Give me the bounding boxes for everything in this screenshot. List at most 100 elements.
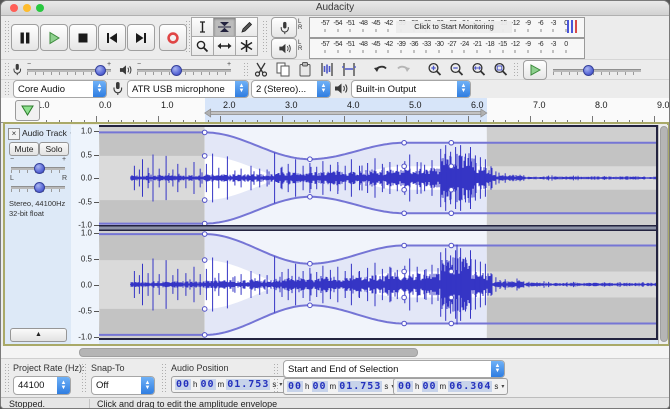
mixer-toolbar-grip[interactable] bbox=[4, 62, 9, 77]
collapse-track-button[interactable]: ▲ bbox=[10, 328, 67, 342]
copy-button[interactable] bbox=[273, 61, 292, 78]
redo-button[interactable] bbox=[393, 61, 412, 78]
envelope-control-point[interactable] bbox=[401, 242, 407, 249]
waveform-canvas[interactable] bbox=[99, 125, 658, 344]
envelope-control-point[interactable] bbox=[201, 332, 208, 338]
selection-toolbar-grip[interactable] bbox=[4, 363, 9, 393]
envelope-control-point[interactable] bbox=[201, 197, 208, 203]
selection-start-timebox[interactable]: 00h00m01.753s▾ bbox=[283, 378, 399, 395]
envelope-control-point[interactable] bbox=[307, 194, 313, 200]
playback-volume-thumb[interactable] bbox=[171, 65, 182, 76]
timeline-options-button[interactable] bbox=[15, 100, 40, 121]
transcription-toolbar-grip[interactable] bbox=[513, 62, 518, 77]
envelope-control-point[interactable] bbox=[448, 186, 455, 193]
skip-to-end-button[interactable] bbox=[127, 24, 155, 51]
envelope-control-point[interactable] bbox=[201, 153, 208, 159]
playback-meter[interactable]: -57 -54 -51 -48 -45 -42 -39 -36 -33 -30 -27 -24 -21-… bbox=[309, 38, 585, 59]
mute-button[interactable]: Mute bbox=[9, 142, 39, 156]
envelope-control-point[interactable] bbox=[448, 320, 455, 327]
record-button[interactable] bbox=[159, 24, 187, 51]
recording-device-select[interactable]: ATR USB microphone ▲ ▼ bbox=[127, 80, 249, 98]
vertical-scrollbar[interactable] bbox=[658, 125, 668, 344]
envelope-control-point[interactable] bbox=[448, 210, 455, 217]
envelope-control-point[interactable] bbox=[307, 260, 313, 267]
horizontal-scrollbar-thumb[interactable] bbox=[79, 348, 418, 357]
device-toolbar-grip[interactable] bbox=[4, 81, 9, 96]
selection-end-digits[interactable]: 06.304 bbox=[448, 381, 493, 392]
track-close-button[interactable]: × bbox=[8, 128, 20, 140]
envelope-control-point[interactable] bbox=[448, 242, 455, 249]
envelope-control-point[interactable] bbox=[448, 139, 455, 146]
envelope-control-point[interactable] bbox=[448, 268, 455, 275]
draw-tool-button[interactable] bbox=[235, 17, 258, 37]
snap-grip[interactable] bbox=[81, 363, 86, 393]
snap-to-select[interactable]: Off ▲ ▼ bbox=[91, 376, 155, 395]
selection-end-timebox[interactable]: 00 h 00 m 06.304 s ▾ bbox=[393, 378, 509, 395]
zoom-to-selection-button[interactable] bbox=[469, 61, 488, 78]
play-speed-thumb[interactable] bbox=[583, 65, 594, 76]
envelope-control-point[interactable] bbox=[307, 302, 313, 309]
skip-to-start-button[interactable] bbox=[98, 24, 126, 51]
envelope-control-point[interactable] bbox=[201, 257, 208, 263]
play-speed-slider[interactable] bbox=[553, 65, 641, 76]
envelope-control-point[interactable] bbox=[401, 139, 407, 146]
audio-position-timebox[interactable]: 00h00m01.753s▾ bbox=[171, 376, 287, 393]
recording-meter[interactable]: -57-54-51-48-45-42-39-36-33-30-27-24-21-… bbox=[309, 17, 585, 38]
tools-toolbar-grip[interactable] bbox=[185, 20, 190, 54]
silence-audio-button[interactable] bbox=[339, 61, 358, 78]
envelope-control-point[interactable] bbox=[401, 186, 407, 193]
recording-volume-slider[interactable] bbox=[27, 65, 111, 76]
pause-button[interactable] bbox=[11, 24, 39, 51]
envelope-control-point[interactable] bbox=[201, 306, 208, 312]
trim-audio-button[interactable] bbox=[317, 61, 336, 78]
selection-tool-button[interactable] bbox=[191, 17, 214, 37]
playback-device-select[interactable]: Built-in Output ▲ ▼ bbox=[351, 80, 471, 98]
recording-volume-thumb[interactable] bbox=[95, 65, 106, 76]
audio-position-digits[interactable]: 01.753 bbox=[226, 379, 271, 390]
timeshift-tool-button[interactable] bbox=[213, 36, 236, 56]
edit-toolbar-grip[interactable] bbox=[243, 62, 248, 77]
zoom-fit-button[interactable] bbox=[491, 61, 510, 78]
selection-mode-grip[interactable] bbox=[273, 363, 278, 393]
paste-button[interactable] bbox=[295, 61, 314, 78]
solo-button[interactable]: Solo bbox=[39, 142, 69, 156]
zoom-out-button[interactable] bbox=[447, 61, 466, 78]
vertical-scrollbar-thumb[interactable] bbox=[660, 126, 668, 342]
stop-button[interactable] bbox=[69, 24, 97, 51]
selection-end-digits[interactable]: 00 bbox=[397, 381, 414, 392]
gain-slider[interactable] bbox=[11, 163, 65, 174]
selection-start-digits[interactable]: 00 bbox=[287, 381, 304, 392]
speaker-meter-button[interactable] bbox=[271, 38, 297, 59]
audio-position-digits[interactable]: 00 bbox=[175, 379, 192, 390]
multi-tool-button[interactable] bbox=[235, 36, 258, 56]
audio-host-select[interactable]: Core Audio ▲ ▼ bbox=[13, 80, 107, 98]
undo-button[interactable] bbox=[371, 61, 390, 78]
audio-position-digits[interactable]: 00 bbox=[199, 379, 216, 390]
selection-start-digits[interactable]: 00 bbox=[311, 381, 328, 392]
envelope-control-point[interactable] bbox=[201, 231, 208, 237]
amplitude-ruler[interactable]: 1.0 0.5 0.0 -0.5 -1.0 1.0 0.5 0.0 -0.5 -1.0 bbox=[71, 125, 100, 344]
envelope-control-point[interactable] bbox=[307, 156, 313, 163]
play-button[interactable] bbox=[40, 24, 68, 51]
audio-position-dropdown-arrow[interactable]: ▾ bbox=[279, 381, 282, 388]
position-grip[interactable] bbox=[161, 363, 166, 393]
zoom-in-button[interactable] bbox=[425, 61, 444, 78]
selection-mode-select[interactable]: Start and End of Selection ▲ ▼ bbox=[283, 360, 505, 378]
envelope-control-point[interactable] bbox=[201, 129, 208, 136]
envelope-control-point[interactable] bbox=[401, 294, 407, 301]
selection-start-digits[interactable]: 01.753 bbox=[338, 381, 383, 392]
selection-end-dropdown-arrow[interactable]: ▾ bbox=[501, 383, 504, 390]
pan-slider[interactable] bbox=[11, 182, 65, 193]
envelope-control-point[interactable] bbox=[401, 210, 407, 217]
playback-volume-slider[interactable] bbox=[137, 65, 231, 76]
quickplay-selection-bar[interactable] bbox=[1, 98, 670, 122]
track-title-menu[interactable]: Audio Track ▼ bbox=[22, 128, 75, 139]
envelope-tool-button[interactable] bbox=[213, 17, 236, 37]
envelope-control-point[interactable] bbox=[401, 320, 407, 327]
envelope-control-point[interactable] bbox=[448, 163, 455, 170]
zoom-tool-button[interactable] bbox=[191, 36, 214, 56]
title-bar[interactable]: Audacity bbox=[1, 1, 669, 16]
horizontal-scrollbar[interactable] bbox=[1, 346, 669, 358]
envelope-control-point[interactable] bbox=[401, 163, 407, 170]
meter-toolbar-grip[interactable] bbox=[262, 20, 267, 54]
